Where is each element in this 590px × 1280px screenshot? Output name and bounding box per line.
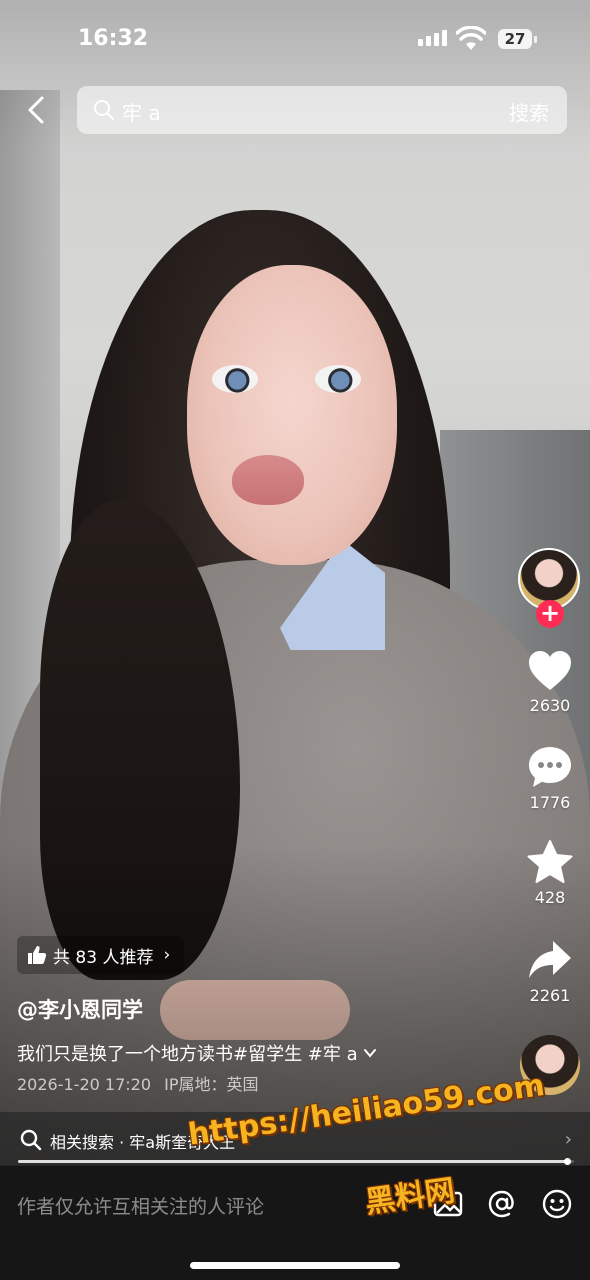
- heart-icon: [529, 651, 571, 690]
- comment-input[interactable]: 作者仅允许互相关注的人评论: [17, 1192, 264, 1219]
- share-arrow-icon: [529, 941, 571, 978]
- video-subject-eye: [212, 365, 258, 393]
- video-player[interactable]: [0, 0, 590, 1165]
- search-icon: [20, 1129, 42, 1151]
- emoji-icon[interactable]: [541, 1188, 573, 1220]
- cellular-signal-icon: [418, 30, 447, 46]
- share-count: 2261: [529, 986, 571, 1005]
- search-bar[interactable]: 牢 a 搜索: [77, 86, 567, 134]
- description-text: 我们只是换了一个地方读书#留学生 #牢 a: [17, 1044, 358, 1065]
- search-icon: [94, 100, 114, 120]
- author-name[interactable]: @李小恩同学: [17, 994, 143, 1024]
- comment-bubble-icon: [529, 747, 571, 787]
- search-query[interactable]: 牢 a: [122, 97, 161, 126]
- like-button[interactable]: 2630: [520, 650, 580, 715]
- video-description[interactable]: 我们只是换了一个地方读书#留学生 #牢 a: [17, 1040, 378, 1066]
- video-meta: 2026-1-20 17:20 IP属地：英国: [17, 1071, 258, 1095]
- share-button[interactable]: 2261: [520, 938, 580, 1005]
- chevron-down-icon[interactable]: [362, 1045, 378, 1061]
- video-subject-lips: [232, 455, 304, 505]
- comment-button[interactable]: 1776: [520, 745, 580, 812]
- recommend-badge[interactable]: 共 83 人推荐 ›: [17, 936, 185, 974]
- comment-bar: 作者仅允许互相关注的人评论: [0, 1166, 590, 1280]
- home-indicator[interactable]: [190, 1262, 400, 1269]
- star-icon: [527, 840, 573, 883]
- status-bar: 16:32 27: [0, 0, 590, 80]
- playback-progress-fill: [18, 1160, 569, 1163]
- comment-count: 1776: [529, 793, 571, 812]
- post-date: 2026-1-20 17:20: [17, 1075, 151, 1094]
- search-button[interactable]: 搜索: [509, 97, 549, 126]
- chevron-right-icon: ›: [163, 945, 171, 965]
- back-arrow-icon[interactable]: [22, 94, 54, 126]
- follow-plus-icon[interactable]: +: [536, 600, 564, 628]
- ip-location: IP属地：英国: [164, 1075, 259, 1094]
- favorite-count: 428: [534, 888, 566, 907]
- thumbs-up-icon: [28, 946, 47, 964]
- battery-indicator: 27: [498, 29, 537, 49]
- wifi-icon: [456, 26, 486, 50]
- at-mention-icon[interactable]: [486, 1188, 518, 1220]
- playback-progress-bar[interactable]: [18, 1158, 574, 1165]
- video-subject-eye: [315, 365, 361, 393]
- status-time: 16:32: [78, 26, 149, 51]
- video-subject-face: [187, 265, 397, 565]
- favorite-button[interactable]: 428: [520, 840, 580, 907]
- like-count: 2630: [529, 696, 571, 715]
- recommend-label: 共 83 人推荐: [53, 947, 154, 968]
- chevron-right-icon: ›: [564, 1129, 572, 1150]
